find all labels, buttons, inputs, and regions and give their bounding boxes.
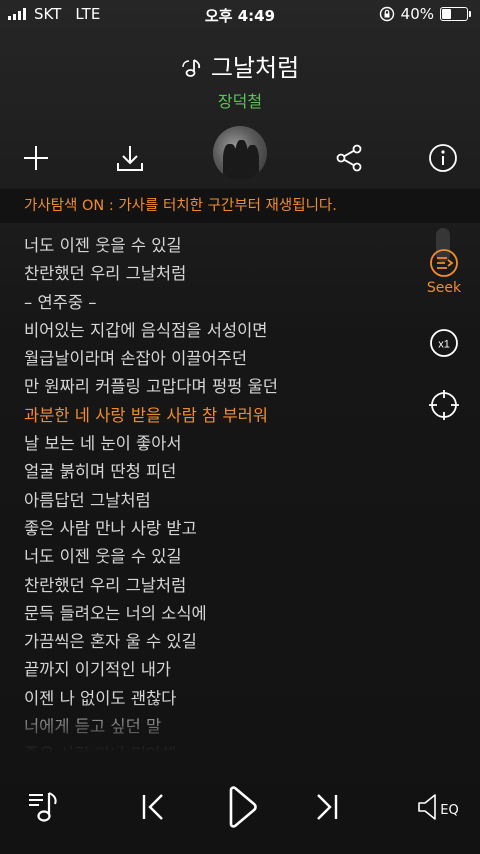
lyric-line[interactable]: 끝까지 이기적인 내가 bbox=[24, 656, 404, 684]
lyric-line[interactable]: – 연주중 – bbox=[24, 289, 404, 317]
previous-button[interactable] bbox=[130, 784, 176, 830]
plus-icon bbox=[24, 146, 48, 170]
status-right: 40% bbox=[379, 5, 471, 23]
lyric-line[interactable]: 너도 이젠 웃을 수 있길 bbox=[24, 543, 404, 571]
lyric-line[interactable]: 너도 이젠 웃을 수 있길 bbox=[24, 232, 404, 260]
lyric-line[interactable]: 월급날이라며 손잡아 이끌어주던 bbox=[24, 345, 404, 373]
lyric-line[interactable]: 이젠 나 없이도 괜찮다 bbox=[24, 685, 404, 713]
speed-icon: x1 bbox=[430, 329, 458, 357]
lyric-line[interactable]: 만 원짜리 커플링 고맙다며 펑펑 울던 bbox=[24, 373, 404, 401]
info-button[interactable] bbox=[423, 138, 463, 178]
crosshair-icon bbox=[429, 390, 459, 420]
lyric-line[interactable]: 너에게 듣고 싶던 말 bbox=[24, 713, 404, 741]
seek-label: Seek bbox=[426, 280, 462, 296]
battery-percent: 40% bbox=[400, 5, 434, 23]
info-icon bbox=[429, 144, 457, 172]
lyric-line[interactable]: 날 보는 네 눈이 좋아서 bbox=[24, 430, 404, 458]
lyric-line[interactable]: 좋은 사람 만나 사랑 받고 bbox=[24, 515, 404, 543]
play-icon bbox=[229, 786, 257, 828]
equalizer-button[interactable]: EQ bbox=[412, 784, 464, 830]
playlist-button[interactable] bbox=[22, 784, 68, 830]
music-note-icon bbox=[182, 59, 200, 77]
download-button[interactable] bbox=[110, 138, 150, 178]
play-button[interactable] bbox=[218, 784, 264, 830]
song-title: 그날처럼 bbox=[210, 54, 300, 82]
previous-icon bbox=[142, 794, 163, 820]
lyric-line[interactable]: 얼굴 붉히며 딴청 피던 bbox=[24, 458, 404, 486]
lyric-line[interactable]: 문득 들려오는 너의 소식에 bbox=[24, 600, 404, 628]
battery-icon bbox=[440, 7, 471, 21]
artist-name[interactable]: 장덕철 bbox=[0, 88, 480, 112]
lyric-line[interactable]: 가끔씩은 혼자 울 수 있길 bbox=[24, 628, 404, 656]
lyric-line[interactable]: 찬란했던 우리 그날처럼 bbox=[24, 572, 404, 600]
lyrics-list: 너도 이젠 웃을 수 있길 찬란했던 우리 그날처럼 – 연주중 – 비어있는 지갑… bbox=[24, 232, 404, 752]
battery-fill bbox=[442, 9, 451, 19]
speed-label: x1 bbox=[438, 339, 450, 351]
share-icon bbox=[336, 144, 362, 172]
lyrics-search-banner: 가사탐색 ON : 가사를 터치한 구간부터 재생됩니다. bbox=[0, 189, 480, 223]
lyric-line[interactable]: 좋은 사람 만나 미안해 bbox=[24, 741, 404, 752]
song-title-row: 그날처럼 bbox=[0, 48, 480, 83]
seek-toggle[interactable]: Seek bbox=[424, 248, 464, 296]
status-bar: SKT LTE 오후 4:49 40% bbox=[0, 0, 480, 28]
next-icon bbox=[317, 794, 338, 820]
lyrics-player-screen: SKT LTE 오후 4:49 40% 그날처럼 장덕철 가사탐색 ON: 가… bbox=[0, 0, 480, 854]
share-button[interactable] bbox=[329, 138, 369, 178]
lyric-line[interactable]: 과분한 네 사랑 받을 사람 참 부러워 bbox=[24, 402, 404, 430]
next-button[interactable] bbox=[304, 784, 350, 830]
album-figure bbox=[246, 145, 259, 180]
download-icon bbox=[117, 146, 143, 171]
lyric-line[interactable]: 찬란했던 우리 그날처럼 bbox=[24, 260, 404, 288]
speed-button[interactable]: x1 bbox=[424, 328, 464, 358]
locate-current-button[interactable] bbox=[424, 389, 464, 421]
add-button[interactable] bbox=[16, 138, 56, 178]
playlist-note-icon bbox=[29, 792, 57, 822]
speaker-icon bbox=[418, 794, 437, 820]
lyric-line[interactable]: 아름답던 그날처럼 bbox=[24, 487, 404, 515]
album-art[interactable] bbox=[213, 126, 267, 180]
seek-icon bbox=[430, 249, 458, 277]
eq-label: EQ bbox=[440, 802, 459, 818]
rotation-lock-icon bbox=[379, 6, 394, 22]
lyric-line[interactable]: 비어있는 지갑에 음식점을 서성이면 bbox=[24, 317, 404, 345]
